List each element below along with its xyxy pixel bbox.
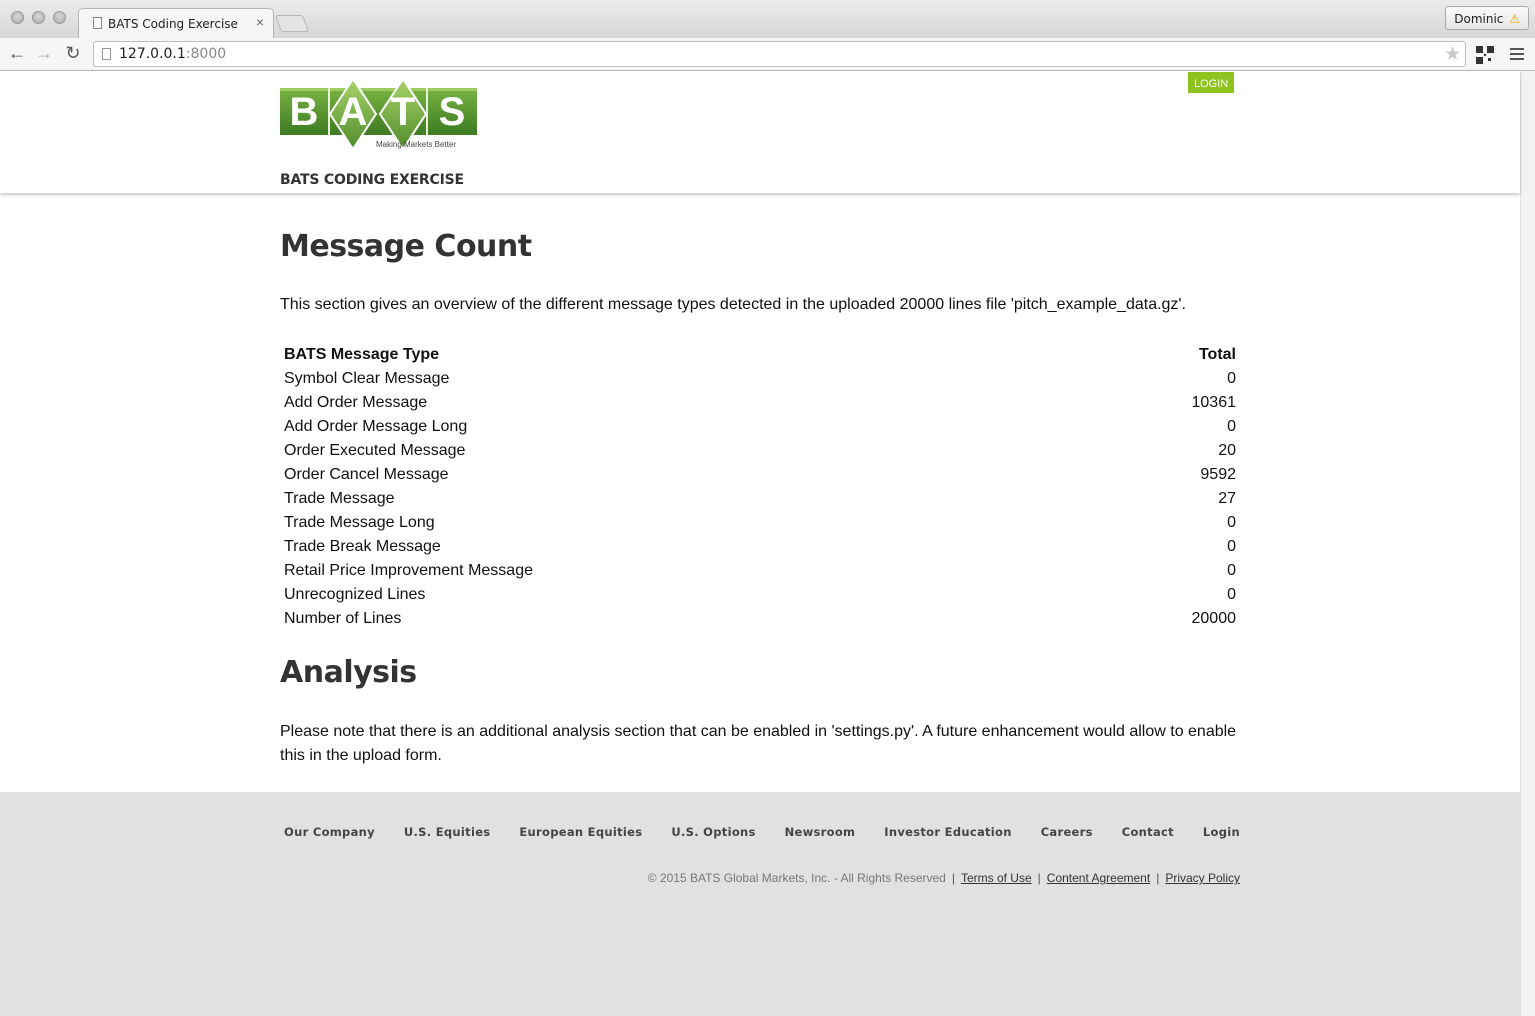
back-arrow-icon[interactable]: ← xyxy=(6,42,28,64)
logo-letter-t: T xyxy=(391,90,415,134)
page-icon xyxy=(102,48,111,60)
url-port: :8000 xyxy=(185,46,227,62)
browser-toolbar: ← → ↻ 127.0.0.1:8000 ★ xyxy=(0,38,1535,71)
table-row: Unrecognized Lines 0 xyxy=(280,583,1240,607)
warning-icon: ⚠ xyxy=(1509,12,1520,26)
message-type-cell: Add Order Message Long xyxy=(284,418,468,435)
browser-titlebar: BATS Coding Exercise × Dominic ⚠ xyxy=(0,0,1535,38)
close-window-button[interactable] xyxy=(11,11,24,24)
zoom-window-button[interactable] xyxy=(53,11,66,24)
bats-logo[interactable]: B A T S Making Markets Better xyxy=(280,77,477,151)
logo-letter-b: B xyxy=(290,90,319,134)
message-count-table: BATS Message Type Total Symbol Clear Mes… xyxy=(280,343,1240,631)
forward-arrow-icon[interactable]: → xyxy=(33,42,55,64)
message-type-cell: Order Cancel Message xyxy=(284,466,449,483)
close-tab-icon[interactable]: × xyxy=(256,14,264,30)
message-type-cell: Retail Price Improvement Message xyxy=(284,562,533,579)
privacy-policy-link[interactable]: Privacy Policy xyxy=(1165,871,1240,885)
total-cell: 0 xyxy=(1227,370,1236,387)
footer-link-login[interactable]: Login xyxy=(1203,825,1240,839)
table-row: Trade Message 27 xyxy=(280,487,1240,511)
reload-icon[interactable]: ↻ xyxy=(62,42,84,64)
qr-code-icon[interactable] xyxy=(1476,46,1494,64)
separator: | xyxy=(951,871,955,885)
logo-tagline: Making Markets Better xyxy=(376,140,456,149)
tab-title: BATS Coding Exercise xyxy=(108,17,238,31)
page-viewport: B A T S Making Markets Better LOGIN BATS… xyxy=(0,71,1520,1016)
separator: | xyxy=(1156,871,1160,885)
footer-link-us-options[interactable]: U.S. Options xyxy=(671,825,755,839)
column-header-type: BATS Message Type xyxy=(284,346,440,363)
vertical-scrollbar[interactable] xyxy=(1520,71,1535,1016)
new-tab-button[interactable] xyxy=(274,15,310,32)
footer-link-careers[interactable]: Careers xyxy=(1041,825,1093,839)
analysis-text: Please note that there is an additional … xyxy=(280,723,1237,764)
browser-tab[interactable]: BATS Coding Exercise × xyxy=(78,8,274,38)
table-row: Symbol Clear Message 0 xyxy=(280,367,1240,391)
message-type-cell: Trade Message xyxy=(284,490,395,507)
total-cell: 9592 xyxy=(1200,466,1236,483)
terms-of-use-link[interactable]: Terms of Use xyxy=(961,871,1032,885)
message-type-cell: Symbol Clear Message xyxy=(284,370,450,387)
table-row: Order Cancel Message 9592 xyxy=(280,463,1240,487)
footer-link-our-company[interactable]: Our Company xyxy=(284,825,375,839)
message-type-cell: Trade Break Message xyxy=(284,538,441,555)
message-count-heading: Message Count xyxy=(280,229,532,264)
analysis-heading: Analysis xyxy=(280,655,417,690)
footer-legal: © 2015 BATS Global Markets, Inc. - All R… xyxy=(648,871,1240,885)
table-row: Add Order Message 10361 xyxy=(280,391,1240,415)
total-cell: 0 xyxy=(1227,562,1236,579)
footer-link-us-equities[interactable]: U.S. Equities xyxy=(404,825,491,839)
total-cell: 27 xyxy=(1218,490,1236,507)
url-host: 127.0.0.1 xyxy=(119,46,186,62)
total-cell: 20000 xyxy=(1191,610,1237,627)
table-row: Number of Lines 20000 xyxy=(280,607,1240,631)
message-type-cell: Number of Lines xyxy=(284,610,402,627)
table-row: Add Order Message Long 0 xyxy=(280,415,1240,439)
url-text[interactable]: 127.0.0.1:8000 xyxy=(119,46,226,62)
profile-name: Dominic xyxy=(1454,12,1504,26)
message-type-cell: Order Executed Message xyxy=(284,442,466,459)
address-bar[interactable]: 127.0.0.1:8000 ★ xyxy=(93,41,1466,67)
footer-link-european-equities[interactable]: European Equities xyxy=(519,825,642,839)
message-type-cell: Add Order Message xyxy=(284,394,428,411)
minimize-window-button[interactable] xyxy=(32,11,45,24)
logo-letter-a: A xyxy=(339,90,368,134)
footer-link-newsroom[interactable]: Newsroom xyxy=(785,825,856,839)
message-count-intro: This section gives an overview of the di… xyxy=(280,296,1186,313)
total-cell: 10361 xyxy=(1191,394,1237,411)
table-row: Trade Message Long 0 xyxy=(280,511,1240,535)
site-footer: Our Company U.S. Equities European Equit… xyxy=(0,792,1520,1016)
site-subtitle: BATS CODING EXERCISE xyxy=(280,172,464,188)
column-header-total: Total xyxy=(1198,346,1236,363)
footer-nav: Our Company U.S. Equities European Equit… xyxy=(284,825,1240,839)
total-cell: 0 xyxy=(1227,418,1236,435)
menu-icon[interactable] xyxy=(1510,48,1524,60)
total-cell: 20 xyxy=(1218,442,1236,459)
footer-link-investor-education[interactable]: Investor Education xyxy=(884,825,1011,839)
footer-link-contact[interactable]: Contact xyxy=(1122,825,1174,839)
bookmark-star-icon[interactable]: ★ xyxy=(1444,43,1461,66)
site-header: B A T S Making Markets Better LOGIN BATS… xyxy=(0,71,1520,193)
profile-button[interactable]: Dominic ⚠ xyxy=(1445,6,1529,30)
login-button[interactable]: LOGIN xyxy=(1188,72,1235,93)
logo-letter-s: S xyxy=(439,90,466,134)
table-row: Retail Price Improvement Message 0 xyxy=(280,559,1240,583)
total-cell: 0 xyxy=(1227,586,1236,603)
total-cell: 0 xyxy=(1227,514,1236,531)
copyright-text: © 2015 BATS Global Markets, Inc. - All R… xyxy=(647,871,946,885)
table-row: Order Executed Message 20 xyxy=(280,439,1240,463)
page-icon xyxy=(93,17,102,29)
table-header-row: BATS Message Type Total xyxy=(280,343,1240,367)
message-type-cell: Unrecognized Lines xyxy=(284,586,426,603)
table-row: Trade Break Message 0 xyxy=(280,535,1240,559)
total-cell: 0 xyxy=(1227,538,1236,555)
separator: | xyxy=(1037,871,1041,885)
message-type-cell: Trade Message Long xyxy=(284,514,435,531)
content-agreement-link[interactable]: Content Agreement xyxy=(1047,871,1150,885)
